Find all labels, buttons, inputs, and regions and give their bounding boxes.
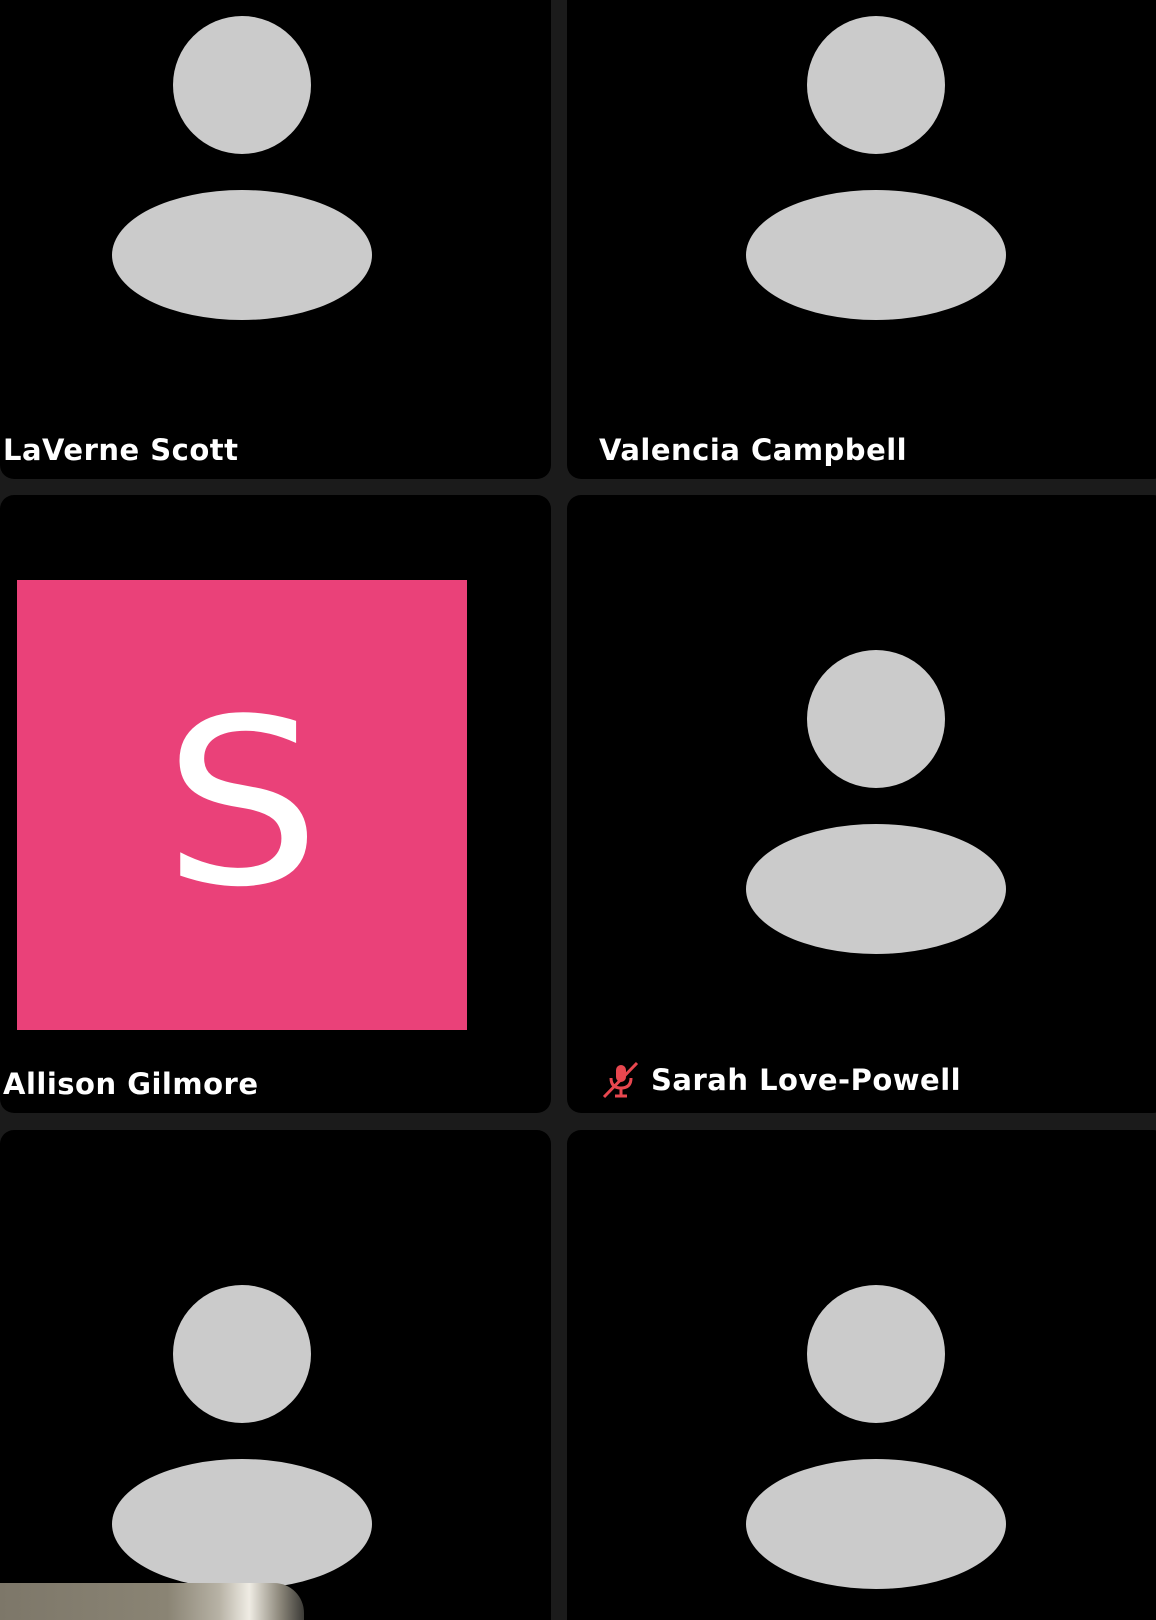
profile-image: S	[17, 580, 467, 1030]
profile-image-letter: S	[163, 671, 321, 938]
person-placeholder-icon	[746, 1285, 1006, 1589]
participant-name: Allison Gilmore	[3, 1067, 259, 1101]
participant-tile-valencia-campbell[interactable]: Valencia Campbell	[567, 0, 1156, 479]
participant-name: Valencia Campbell	[599, 433, 908, 467]
person-placeholder-icon	[112, 16, 372, 320]
participant-tile[interactable]	[567, 1130, 1156, 1620]
participant-tile-allison-gilmore[interactable]: S Allison Gilmore	[0, 495, 551, 1113]
microphone-muted-icon	[599, 1059, 641, 1101]
foreground-object	[0, 1583, 304, 1620]
participant-tile-sarah-love-powell[interactable]: Sarah Love-Powell	[567, 495, 1156, 1113]
person-placeholder-icon	[746, 16, 1006, 320]
participant-name: Sarah Love-Powell	[651, 1063, 962, 1097]
participant-tile[interactable]	[0, 1130, 551, 1620]
participant-name: LaVerne Scott	[3, 433, 239, 467]
video-call-gallery: LaVerne Scott Valencia Campbell S Alliso…	[0, 0, 1156, 1620]
person-placeholder-icon	[746, 650, 1006, 954]
participant-tile-laverne-scott[interactable]: LaVerne Scott	[0, 0, 551, 479]
person-placeholder-icon	[112, 1285, 372, 1589]
participant-name-row: Sarah Love-Powell	[599, 1059, 961, 1101]
